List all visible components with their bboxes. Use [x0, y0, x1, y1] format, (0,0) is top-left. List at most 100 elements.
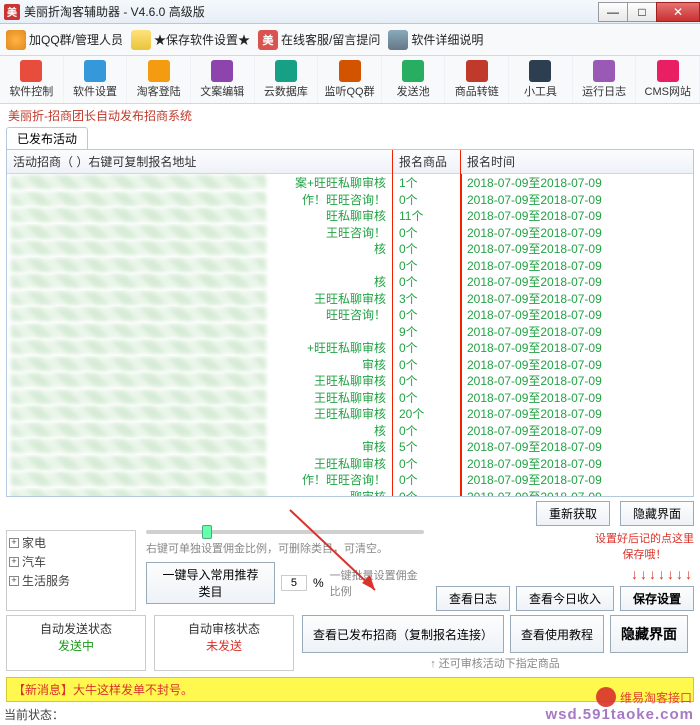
nav-软件控制[interactable]: 软件控制 — [0, 56, 64, 103]
view-published-button[interactable]: 查看已发布招商（复制报名连接） — [302, 615, 504, 653]
nav-label: 发送池 — [397, 83, 430, 99]
window-title: 美丽折淘客辅助器 - V4.6.0 高级版 — [24, 3, 205, 20]
count-cell: 0个 — [393, 389, 460, 406]
activity-cell[interactable]: 核 — [7, 240, 392, 257]
count-cell: 0个 — [393, 455, 460, 472]
nav-云数据库[interactable]: 云数据库 — [255, 56, 319, 103]
manual-button[interactable]: 软件详细说明 — [388, 30, 483, 50]
expand-icon[interactable]: + — [9, 557, 19, 567]
activity-cell[interactable]: 旺私聊审核 — [7, 207, 392, 224]
folder-icon — [131, 30, 151, 50]
activity-cell[interactable] — [7, 257, 392, 274]
hide-ui-button-2[interactable]: 隐藏界面 — [610, 615, 688, 653]
close-button[interactable]: ✕ — [656, 2, 700, 22]
activity-cell[interactable]: 审核 — [7, 356, 392, 373]
nav-label: 软件设置 — [73, 83, 117, 99]
view-tutorial-button[interactable]: 查看使用教程 — [510, 615, 604, 653]
count-cell: 9个 — [393, 323, 460, 340]
import-categories-button[interactable]: 一键导入常用推荐类目 — [146, 562, 275, 604]
nav-label: 淘客登陆 — [137, 83, 181, 99]
hide-ui-button[interactable]: 隐藏界面 — [620, 501, 694, 526]
nav-icon — [148, 60, 170, 82]
view-log-button[interactable]: 查看日志 — [436, 586, 510, 611]
save-settings-button[interactable]: ★保存软件设置★ — [131, 30, 250, 50]
count-cell: 0个 — [393, 339, 460, 356]
expand-icon[interactable]: + — [9, 538, 19, 548]
time-cell: 2018-07-09至2018-07-09 — [461, 224, 693, 241]
col-signup-time: 报名时间 — [461, 150, 693, 174]
time-cell: 2018-07-09至2018-07-09 — [461, 455, 693, 472]
tree-item: 汽车 — [22, 553, 46, 570]
nav-icon — [657, 60, 679, 82]
activity-cell[interactable]: 作！旺旺咨询！ — [7, 471, 392, 488]
nav-运行日志[interactable]: 运行日志 — [573, 56, 637, 103]
activity-cell[interactable]: 作！旺旺咨询！ — [7, 191, 392, 208]
activity-cell[interactable]: 王旺咨询！ — [7, 224, 392, 241]
status-value: 未发送 — [159, 637, 289, 654]
slider-hint: 右键可单独设置佣金比例，可删除类目，可清空。 — [146, 540, 424, 556]
slider-thumb[interactable] — [202, 525, 212, 539]
nav-软件设置[interactable]: 软件设置 — [64, 56, 128, 103]
review-hint: ↑ 还可审核活动下指定商品 — [302, 655, 688, 671]
activity-cell[interactable]: 王旺私聊审核 — [7, 372, 392, 389]
nav-发送池[interactable]: 发送池 — [382, 56, 446, 103]
save-settings-button-2[interactable]: 保存设置 — [620, 586, 694, 611]
nav-监听QQ群[interactable]: 监听QQ群 — [318, 56, 382, 103]
brand-icon — [596, 687, 616, 707]
time-cell: 2018-07-09至2018-07-09 — [461, 356, 693, 373]
minimize-button[interactable]: — — [598, 2, 628, 22]
toolbar-primary: 加QQ群/管理人员 ★保存软件设置★ 美在线客服/留言提问 软件详细说明 — [0, 24, 700, 56]
activity-cell[interactable]: +旺旺私聊审核 — [7, 339, 392, 356]
status-line: 当前状态： — [4, 706, 64, 723]
category-tree[interactable]: +家电 +汽车 +生活服务 — [6, 530, 136, 611]
nav-icon — [339, 60, 361, 82]
auto-send-status: 自动发送状态 发送中 — [6, 615, 146, 671]
support-button[interactable]: 美在线客服/留言提问 — [258, 30, 380, 50]
activity-cell[interactable]: 审核 — [7, 438, 392, 455]
activity-cell[interactable]: 核 — [7, 273, 392, 290]
qq-group-button[interactable]: 加QQ群/管理人员 — [6, 30, 123, 50]
brand-footer: 维易淘客接口 — [596, 687, 692, 707]
commission-pct-input[interactable] — [281, 575, 307, 591]
nav-icon — [84, 60, 106, 82]
time-cell: 2018-07-09至2018-07-09 — [461, 290, 693, 307]
nav-商品转链[interactable]: 商品转链 — [445, 56, 509, 103]
activity-cell[interactable]: 聊审核 — [7, 488, 392, 497]
activity-cell[interactable]: 王旺私聊审核 — [7, 389, 392, 406]
main-table: 活动招商（ ）右键可复制报名地址 案+旺旺私聊审核作！旺旺咨询！旺私聊审核王旺咨… — [6, 149, 694, 497]
maximize-button[interactable]: □ — [627, 2, 657, 22]
nav-淘客登陆[interactable]: 淘客登陆 — [127, 56, 191, 103]
nav-文案编辑[interactable]: 文案编辑 — [191, 56, 255, 103]
nav-label: 运行日志 — [582, 83, 626, 99]
time-cell: 2018-07-09至2018-07-09 — [461, 257, 693, 274]
time-cell: 2018-07-09至2018-07-09 — [461, 488, 693, 497]
nav-label: 文案编辑 — [200, 83, 244, 99]
count-cell: 0个 — [393, 422, 460, 439]
count-cell: 0个 — [393, 273, 460, 290]
count-cell: 0个 — [393, 224, 460, 241]
view-income-button[interactable]: 查看今日收入 — [516, 586, 614, 611]
activity-cell[interactable]: 王旺私聊审核 — [7, 455, 392, 472]
activity-cell[interactable]: 王旺私聊审核 — [7, 290, 392, 307]
nav-icon — [529, 60, 551, 82]
count-cell: 0个 — [393, 372, 460, 389]
nav-小工具[interactable]: 小工具 — [509, 56, 573, 103]
time-cell: 2018-07-09至2018-07-09 — [461, 372, 693, 389]
activity-cell[interactable]: 核 — [7, 422, 392, 439]
activity-cell[interactable]: 案+旺旺私聊审核 — [7, 174, 392, 191]
nav-CMS网站[interactable]: CMS网站 — [636, 56, 700, 103]
auto-review-status: 自动审核状态 未发送 — [154, 615, 294, 671]
count-cell: 0个 — [393, 488, 460, 497]
count-cell: 11个 — [393, 207, 460, 224]
commission-slider[interactable] — [146, 530, 424, 534]
time-cell: 2018-07-09至2018-07-09 — [461, 191, 693, 208]
refresh-button[interactable]: 重新获取 — [536, 501, 610, 526]
watermark: wsd.591taoke.com — [545, 706, 694, 723]
nav-label: 软件控制 — [9, 83, 53, 99]
activity-cell[interactable] — [7, 323, 392, 340]
expand-icon[interactable]: + — [9, 576, 19, 586]
tab-published[interactable]: 已发布活动 — [6, 127, 88, 149]
nav-icon — [20, 60, 42, 82]
activity-cell[interactable]: 王旺私聊审核 — [7, 405, 392, 422]
activity-cell[interactable]: 旺旺咨询！ — [7, 306, 392, 323]
